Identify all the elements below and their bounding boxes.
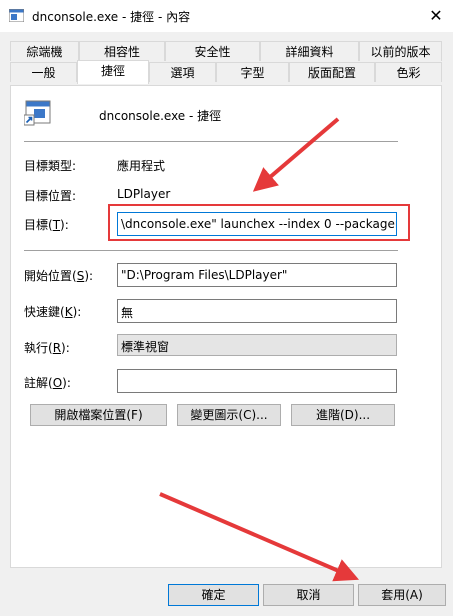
- close-button[interactable]: ✕: [419, 0, 453, 32]
- window-title: dnconsole.exe - 捷徑 - 內容: [32, 10, 191, 24]
- chevron-down-icon: ⌄: [121, 336, 131, 349]
- tab-colors[interactable]: 色彩: [375, 62, 442, 82]
- separator-middle: [24, 250, 398, 251]
- advanced-button[interactable]: 進階(D)...: [291, 404, 395, 426]
- run-select[interactable]: 標準視窗 ⌄: [117, 334, 397, 356]
- change-icon-button[interactable]: 變更圖示(C)...: [177, 404, 281, 426]
- tab-layout[interactable]: 版面配置: [289, 62, 375, 82]
- apply-button[interactable]: 套用(A): [358, 584, 446, 606]
- comment-field[interactable]: [117, 369, 397, 393]
- target-label: 目標(T):: [24, 218, 69, 232]
- shortcut-name: dnconsole.exe - 捷徑: [99, 109, 222, 123]
- tab-terminal[interactable]: 綜端機: [10, 41, 79, 61]
- comment-label: 註解(O):: [24, 376, 71, 390]
- separator-top: [24, 141, 398, 142]
- ok-button[interactable]: 確定: [168, 584, 259, 606]
- shortcut-app-icon: [24, 100, 51, 126]
- target-location-label: 目標位置:: [24, 189, 77, 203]
- tab-security[interactable]: 安全性: [165, 41, 260, 61]
- title-bar: dnconsole.exe - 捷徑 - 內容 ✕: [0, 0, 453, 32]
- tab-general[interactable]: 一般: [10, 62, 77, 82]
- tab-font[interactable]: 字型: [216, 62, 289, 82]
- tab-compatibility[interactable]: 相容性: [79, 41, 165, 61]
- target-location-value: LDPlayer: [117, 187, 171, 201]
- shortcut-key-label: 快速鍵(K):: [24, 305, 82, 319]
- cancel-button[interactable]: 取消: [263, 584, 354, 606]
- app-icon: [9, 9, 24, 22]
- target-highlight-box: [108, 204, 410, 241]
- run-label: 執行(R):: [24, 341, 70, 355]
- start-in-field[interactable]: "D:\Program Files\LDPlayer": [117, 263, 397, 287]
- tab-details[interactable]: 詳細資料: [260, 41, 359, 61]
- close-icon: ✕: [429, 6, 443, 25]
- target-type-value: 應用程式: [117, 159, 166, 173]
- shortcut-key-field[interactable]: 無: [117, 299, 397, 323]
- tab-options[interactable]: 選項: [149, 62, 216, 82]
- target-type-label: 目標類型:: [24, 159, 77, 173]
- tab-previous-versions[interactable]: 以前的版本: [359, 41, 442, 61]
- tab-shortcut[interactable]: 捷徑: [77, 60, 149, 84]
- open-file-location-button[interactable]: 開啟檔案位置(F): [30, 404, 167, 426]
- start-in-label: 開始位置(S):: [24, 269, 94, 283]
